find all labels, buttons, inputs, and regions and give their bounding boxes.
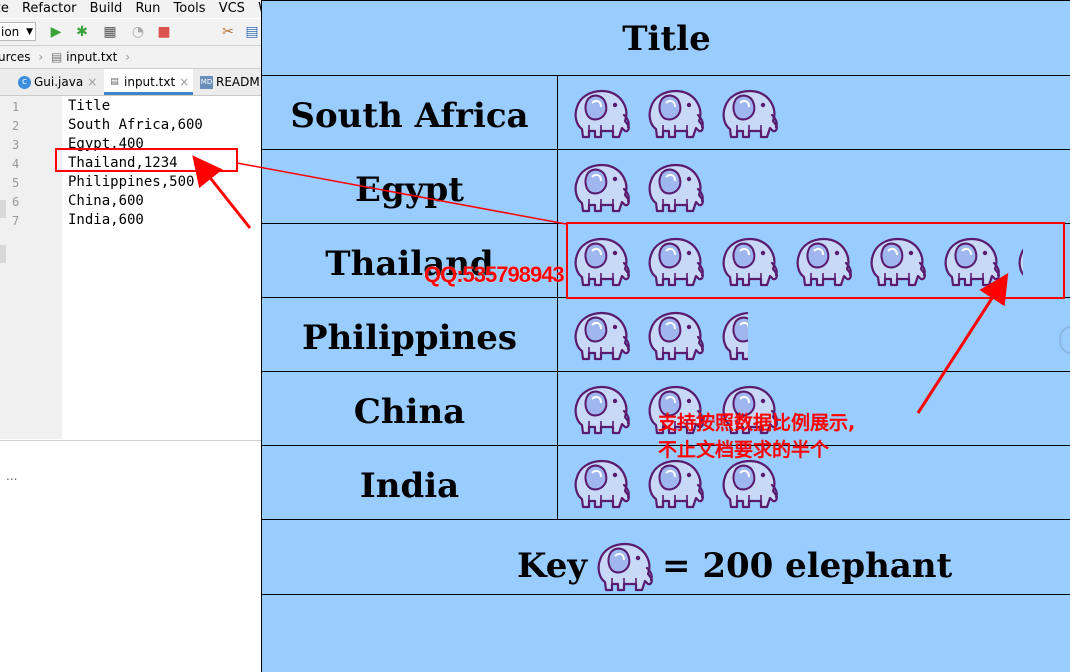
category-label: India <box>262 446 558 519</box>
key-value: = 200 elephant <box>662 546 953 586</box>
tab-gui-java[interactable]: c Gui.java × <box>14 69 101 95</box>
menu-tools[interactable]: Tools <box>174 0 206 17</box>
code-line: China,600 <box>68 193 144 209</box>
chevron-right-icon: › <box>125 50 130 64</box>
highlight-box-thailand-row <box>566 222 1065 299</box>
elephant-icon <box>591 538 655 594</box>
text-file-icon: ▤ <box>108 76 121 89</box>
annotation-note-line-2: 不止文档要求的半个 <box>658 439 830 461</box>
elephant-icon <box>716 85 780 141</box>
coverage-icon[interactable]: ▦ <box>102 24 118 40</box>
icon-strip <box>568 159 716 215</box>
line-number: 5 <box>12 176 20 190</box>
menu-build[interactable]: Build <box>90 0 123 17</box>
elephant-icon <box>568 85 632 141</box>
elephant-icon <box>568 159 632 215</box>
breadcrumb-resources[interactable]: urces <box>0 50 31 64</box>
tab-label: READM <box>216 75 260 89</box>
pictograph-row: South Africa <box>262 76 1070 150</box>
menu-vcs[interactable]: VCS <box>219 0 245 17</box>
elephant-icon <box>568 307 632 363</box>
pictograph-row: Philippines <box>262 298 1070 372</box>
pictograph-row: Egypt <box>262 150 1070 224</box>
category-label: South Africa <box>262 76 558 149</box>
line-number: 3 <box>12 138 20 152</box>
editor-tabs: c Gui.java × ▤ input.txt × MD READM <box>0 69 262 96</box>
line-number-gutter: 1 2 3 4 5 6 7 <box>0 96 63 439</box>
elephant-icon <box>568 455 632 511</box>
side-marker <box>0 245 6 263</box>
code-line: South Africa,600 <box>68 117 203 133</box>
close-icon[interactable]: × <box>87 75 97 89</box>
run-config-label: ion <box>1 25 20 39</box>
category-label: China <box>262 372 558 445</box>
code-line: Philippines,500 <box>68 174 195 190</box>
chevron-down-icon: ▼ <box>26 27 33 37</box>
toolbar: ion ▼ ▶ ✱ ▦ ◔ ■ ✂ ▤ <box>0 19 262 46</box>
chart-title: Title <box>622 19 711 59</box>
breadcrumb: urces › ▤ input.txt › <box>0 46 262 69</box>
tab-readme[interactable]: MD READM <box>196 69 262 95</box>
tab-input-txt[interactable]: ▤ input.txt × <box>104 69 194 95</box>
icon-strip <box>568 307 748 363</box>
code-line: India,600 <box>68 212 144 228</box>
category-label: Philippines <box>262 298 558 371</box>
elephant-icon <box>716 307 748 363</box>
menu-analyze[interactable]: ze <box>0 0 9 17</box>
annotation-note-line-1: 支持按照数据比例展示, <box>658 412 856 434</box>
tab-label: input.txt <box>124 75 176 89</box>
java-class-icon: c <box>18 76 31 89</box>
icon-strip <box>568 85 790 141</box>
elephant-icon <box>568 381 632 437</box>
menu-refactor[interactable]: Refactor <box>22 0 77 17</box>
title-row: Title <box>262 0 1070 76</box>
line-number: 6 <box>12 195 20 209</box>
highlight-box-thailand-line <box>55 148 238 172</box>
debug-icon[interactable]: ✱ <box>74 24 90 40</box>
build-tools-icon[interactable]: ✂ <box>220 24 236 40</box>
breadcrumb-file[interactable]: input.txt <box>66 50 117 64</box>
line-number: 2 <box>12 119 20 133</box>
key-label: Key <box>517 546 588 586</box>
run-icon[interactable]: ▶ <box>48 24 64 40</box>
chevron-right-icon: › <box>38 50 44 64</box>
menu-bar: ze Refactor Build Run Tools VCS Wi <box>0 0 262 18</box>
stop-icon[interactable]: ■ <box>156 24 172 40</box>
markdown-file-icon: MD <box>200 76 213 89</box>
key-row: Key = 200 elephant <box>262 520 1070 595</box>
file-icon: ▤ <box>50 50 63 64</box>
output-text: ... <box>6 469 18 483</box>
profile-icon[interactable]: ◔ <box>130 24 146 40</box>
line-number: 4 <box>12 157 20 171</box>
elephant-icon <box>642 307 706 363</box>
code-line: Title <box>68 98 111 114</box>
elephant-icon <box>642 159 706 215</box>
tab-label: Gui.java <box>34 75 84 89</box>
pictograph-window: Title South Africa Egypt Thailand Philippin… <box>261 0 1070 672</box>
menu-run[interactable]: Run <box>135 0 160 17</box>
side-marker <box>0 200 6 218</box>
close-icon[interactable]: × <box>179 75 189 89</box>
run-config-select[interactable]: ion ▼ <box>0 22 36 41</box>
project-structure-icon[interactable]: ▤ <box>244 24 260 40</box>
ide-window: ze Refactor Build Run Tools VCS Wi ion ▼… <box>0 0 262 672</box>
elephant-icon <box>642 85 706 141</box>
line-number: 1 <box>12 100 20 114</box>
run-output-panel: ... <box>0 440 262 672</box>
watermark-text: QQ:535798943 <box>424 262 565 287</box>
line-number: 7 <box>12 214 20 228</box>
category-label: Egypt <box>262 150 558 223</box>
